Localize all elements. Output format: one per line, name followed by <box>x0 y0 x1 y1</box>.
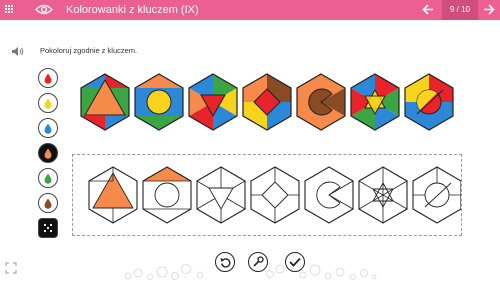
target-hexagon[interactable] <box>407 166 462 224</box>
color-orange-button[interactable] <box>38 143 58 163</box>
apps-grid-icon[interactable] <box>5 5 14 14</box>
drop-icon <box>44 198 52 209</box>
check-button[interactable] <box>285 252 305 272</box>
page-title: Kolorowanki z kluczem (IX) <box>66 4 199 16</box>
undo-icon <box>220 257 230 268</box>
target-patterns <box>88 166 462 224</box>
undo-button[interactable] <box>215 252 235 272</box>
instruction-text: Pokoloruj zgodnie z kluczem. <box>40 46 138 55</box>
coloring-area[interactable] <box>72 154 462 236</box>
color-palette <box>38 68 62 243</box>
top-bar: Kolorowanki z kluczem (IX) 9 / 10 <box>0 0 500 20</box>
drop-icon <box>44 123 52 134</box>
key-hexagon <box>242 73 292 131</box>
check-icon <box>289 257 301 267</box>
target-hexagon[interactable] <box>304 166 354 224</box>
arrow-left-icon[interactable] <box>422 3 434 16</box>
drop-icon <box>44 148 52 159</box>
color-red-button[interactable] <box>38 68 58 88</box>
key-hexagon <box>134 73 184 131</box>
arrow-right-icon[interactable] <box>483 3 495 16</box>
color-green-button[interactable] <box>38 168 58 188</box>
key-hexagon <box>296 73 346 131</box>
key-hexagon <box>404 73 454 131</box>
fullscreen-icon[interactable] <box>5 262 17 274</box>
target-hexagon[interactable] <box>88 166 138 224</box>
random-color-button[interactable] <box>38 218 58 238</box>
drop-icon <box>44 73 52 84</box>
speaker-icon[interactable] <box>11 46 24 57</box>
eye-icon[interactable] <box>35 3 53 16</box>
page-counter: 9 / 10 <box>442 0 478 20</box>
key-hexagon <box>80 73 130 131</box>
hint-button[interactable] <box>248 252 268 272</box>
target-hexagon[interactable] <box>358 166 408 224</box>
color-yellow-button[interactable] <box>38 93 58 113</box>
key-hexagon <box>350 73 400 131</box>
dice-icon <box>43 223 53 233</box>
key-patterns <box>80 73 454 131</box>
hint-icon <box>253 256 264 267</box>
color-blue-button[interactable] <box>38 118 58 138</box>
key-hexagon <box>188 73 238 131</box>
target-hexagon[interactable] <box>250 166 300 224</box>
drop-icon <box>44 98 52 109</box>
color-brown-button[interactable] <box>38 193 58 213</box>
target-hexagon[interactable] <box>196 166 246 224</box>
target-hexagon[interactable] <box>137 166 197 224</box>
drop-icon <box>44 173 52 184</box>
